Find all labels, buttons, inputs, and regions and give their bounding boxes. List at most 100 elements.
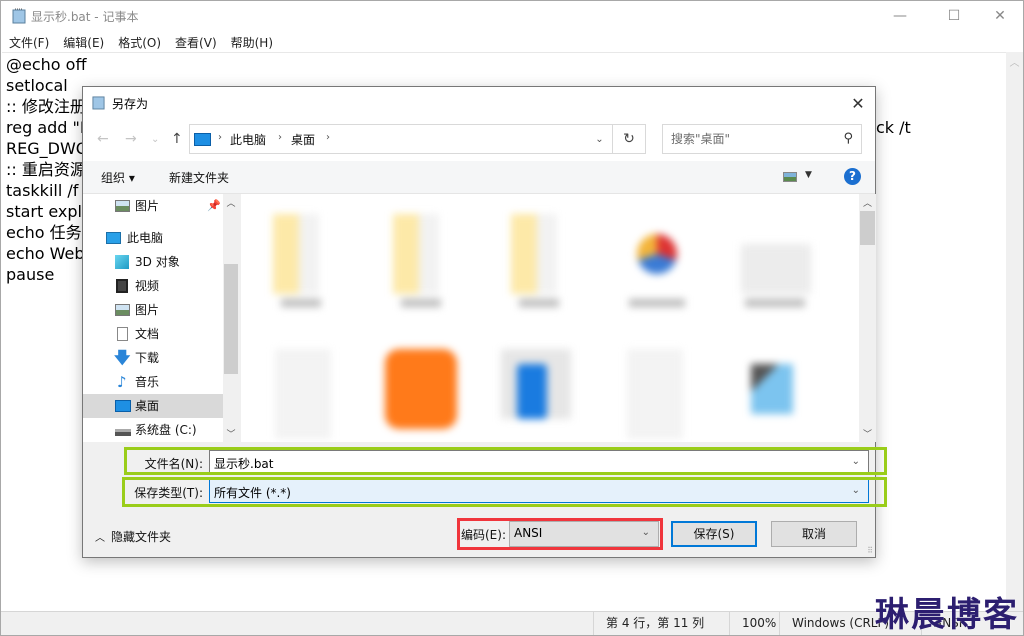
minimize-button[interactable]: — (877, 1, 923, 31)
dialog-titlebar[interactable]: 另存为 ✕ (83, 87, 875, 119)
editor-scrollbar[interactable]: ︿ (1006, 52, 1023, 612)
address-dropdown-button[interactable]: ⌄ (587, 124, 613, 154)
chevron-down-icon[interactable]: ⌄ (852, 456, 860, 467)
file-list[interactable] (241, 194, 859, 442)
search-box[interactable]: ⚲ (662, 124, 862, 154)
menu-format[interactable]: 格式(O) (110, 32, 167, 52)
file-item[interactable] (261, 344, 351, 442)
file-name-input[interactable]: 显示秒.bat ⌄ (209, 450, 869, 474)
pin-icon: 📌 (207, 199, 221, 212)
back-button[interactable]: ← (97, 131, 109, 147)
chevron-down-icon: ⌄ (641, 527, 650, 538)
music-icon: ♪ (117, 373, 127, 391)
scroll-up-icon[interactable]: ︿ (1006, 54, 1023, 69)
close-button[interactable]: ✕ (977, 1, 1023, 31)
notepad-icon (12, 8, 26, 24)
menu-help[interactable]: 帮助(H) (223, 32, 279, 52)
menu-edit[interactable]: 编辑(E) (55, 32, 110, 52)
close-icon: ✕ (851, 93, 865, 113)
nav-label: 图片 (135, 199, 160, 213)
nav-item-3d-objects[interactable]: 3D 对象 (83, 250, 223, 274)
scrollbar-thumb[interactable] (860, 211, 875, 245)
forward-button[interactable]: → (125, 131, 137, 147)
videos-icon (116, 279, 128, 293)
3d-objects-icon (115, 255, 129, 269)
watermark: 琳晨博客 (875, 595, 1019, 635)
nav-item-downloads[interactable]: 🡇 下载 (83, 346, 223, 370)
file-item[interactable] (613, 204, 703, 324)
dialog-close-button[interactable]: ✕ (841, 87, 875, 119)
minimize-icon: — (893, 8, 907, 24)
file-item[interactable] (731, 204, 821, 324)
editor-line: @echo off (6, 55, 87, 74)
window-title: 显示秒.bat - 记事本 (31, 10, 139, 24)
encoding-label: 编码(E): (461, 528, 506, 542)
search-icon[interactable]: ⚲ (843, 131, 853, 146)
cancel-button[interactable]: 取消 (771, 521, 857, 547)
scroll-up-icon[interactable]: ︿ (859, 196, 876, 209)
change-view-icon[interactable] (783, 172, 797, 182)
notepad-titlebar[interactable]: 显示秒.bat - 记事本 — ☐ ✕ (1, 1, 1023, 31)
scroll-up-icon[interactable]: ︿ (223, 196, 239, 209)
organize-button[interactable]: 组织 ▾ (101, 169, 135, 186)
scroll-down-icon[interactable]: ﹀ (223, 427, 239, 440)
chevron-right-icon[interactable]: › (326, 132, 330, 143)
refresh-button[interactable]: ↻ (613, 124, 646, 154)
navigation-pane: 图片 📌 此电脑 3D 对象 视频 图片 文档 🡇 下载 ♪ 音乐 桌面 系统盘… (83, 194, 239, 442)
menu-file[interactable]: 文件(F) (1, 32, 55, 52)
nav-label: 音乐 (135, 375, 160, 389)
menu-view[interactable]: 查看(V) (167, 32, 223, 52)
hide-folders-toggle[interactable]: ︿ 隐藏文件夹 (95, 528, 171, 545)
drive-icon (115, 429, 131, 436)
desktop-icon (115, 400, 131, 412)
file-item[interactable] (731, 344, 821, 442)
recent-locations-button[interactable]: ⌄ (151, 134, 159, 145)
scrollbar-thumb[interactable] (224, 264, 238, 374)
file-item[interactable] (371, 344, 461, 442)
nav-item-desktop[interactable]: 桌面 (83, 394, 223, 418)
search-input[interactable] (663, 125, 833, 153)
nav-item-music[interactable]: ♪ 音乐 (83, 370, 223, 394)
save-button[interactable]: 保存(S) (671, 521, 757, 547)
nav-label: 视频 (135, 279, 160, 293)
chevron-right-icon[interactable]: › (218, 132, 222, 143)
help-icon[interactable]: ? (844, 168, 861, 185)
resize-grip-icon[interactable]: ⠿ (867, 546, 873, 555)
maximize-icon: ☐ (947, 8, 961, 24)
nav-item-videos[interactable]: 视频 (83, 274, 223, 298)
nav-item-pictures-pinned[interactable]: 图片 📌 (83, 194, 223, 218)
nav-item-documents[interactable]: 文档 (83, 322, 223, 346)
file-item[interactable] (613, 344, 703, 442)
file-name-value: 显示秒.bat (214, 457, 274, 471)
nav-pane-scrollbar[interactable]: ︿ ﹀ (223, 194, 239, 442)
chevron-down-icon[interactable]: ⌄ (852, 485, 860, 496)
nav-item-pictures[interactable]: 图片 (83, 298, 223, 322)
save-type-label: 保存类型(T): (134, 486, 203, 500)
new-folder-button[interactable]: 新建文件夹 (169, 169, 229, 186)
scroll-down-icon[interactable]: ﹀ (859, 427, 876, 440)
nav-label: 图片 (135, 303, 160, 317)
pictures-icon (115, 304, 130, 316)
file-item[interactable] (381, 204, 471, 324)
maximize-button[interactable]: ☐ (931, 1, 977, 31)
encoding-select[interactable]: ANSI ⌄ (509, 521, 659, 547)
menubar: 文件(F) 编辑(E) 格式(O) 查看(V) 帮助(H) (1, 32, 279, 52)
view-options-dropdown[interactable]: ▼ (805, 170, 812, 180)
breadcrumb-desktop[interactable]: 桌面 (291, 131, 315, 148)
up-button[interactable]: ↑ (171, 131, 183, 147)
file-item[interactable] (499, 204, 589, 324)
hide-folders-label: 隐藏文件夹 (111, 530, 172, 544)
downloads-icon: 🡇 (114, 348, 131, 367)
file-list-scrollbar[interactable]: ︿ ﹀ (859, 194, 876, 442)
status-bar: 第 4 行，第 11 列 100% Windows (CRLF) ANSI (1, 611, 1023, 635)
dialog-toolbar: 组织 ▾ 新建文件夹 ▼ ? (83, 161, 875, 193)
breadcrumb-this-pc[interactable]: 此电脑 (230, 131, 266, 148)
nav-item-this-pc[interactable]: 此电脑 (83, 226, 223, 250)
file-item[interactable] (491, 344, 581, 442)
documents-icon (117, 327, 128, 341)
nav-item-system-drive[interactable]: 系统盘 (C:) (83, 418, 223, 442)
save-type-select[interactable]: 所有文件 (*.*) ⌄ (209, 479, 869, 503)
chevron-right-icon[interactable]: › (278, 132, 282, 143)
file-item[interactable] (261, 204, 351, 324)
address-bar[interactable]: › 此电脑 › 桌面 › (189, 124, 613, 154)
